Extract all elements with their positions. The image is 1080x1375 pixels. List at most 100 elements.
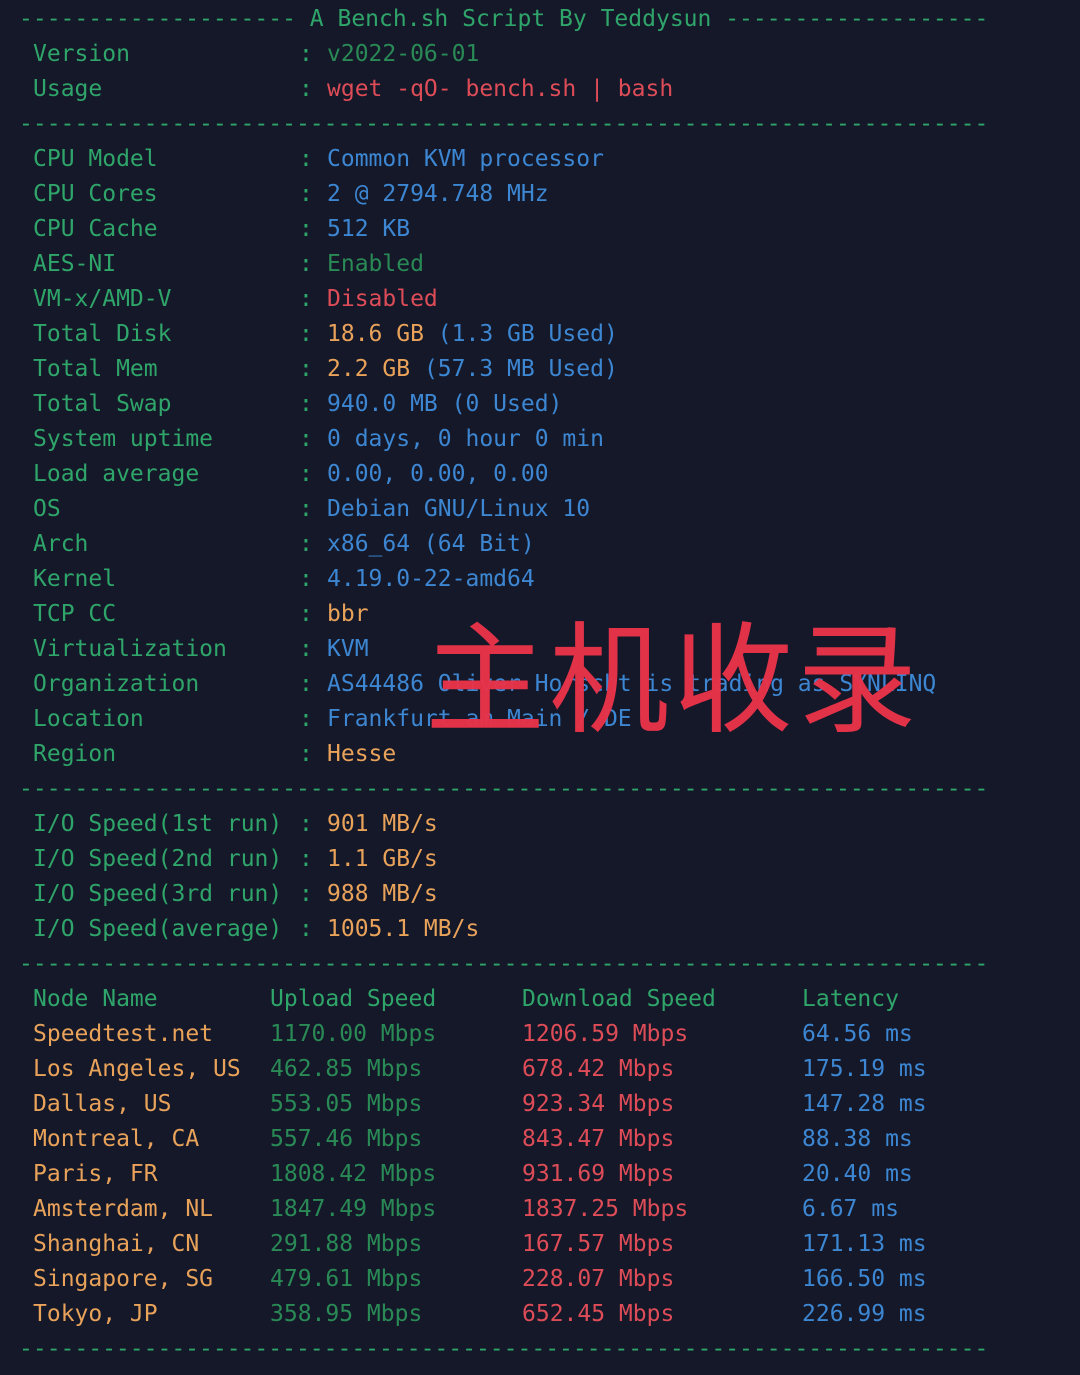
upload-speed: 557.46 Mbps	[270, 1126, 423, 1152]
row-label: I/O Speed(3rd run)	[33, 881, 283, 907]
latency: 166.50 ms	[802, 1266, 927, 1292]
speedtest-header-row: Node Name Upload Speed Download Speed La…	[19, 982, 899, 1017]
row-value-main: 2 @ 2794.748 MHz	[327, 181, 549, 207]
row-value: Common KVM processor	[327, 142, 604, 177]
separator-line: ----------------------------------------…	[19, 1336, 989, 1362]
row-value: KVM	[327, 632, 369, 667]
row-label: I/O Speed(2nd run)	[33, 846, 283, 872]
row-value: x86_64 (64 Bit)	[327, 527, 535, 562]
header-node-name: Node Name	[33, 986, 158, 1012]
row-colon: :	[299, 356, 313, 382]
row-value: v2022-06-01	[327, 41, 480, 67]
latency: 88.38 ms	[802, 1126, 913, 1152]
row-label: CPU Cache	[33, 216, 158, 242]
header-latency: Latency	[802, 986, 899, 1012]
download-speed: 167.57 Mbps	[522, 1231, 675, 1257]
row-label: Arch	[33, 531, 89, 557]
row-value: 18.6 GB (1.3 GB Used)	[327, 317, 618, 352]
upload-speed: 291.88 Mbps	[270, 1231, 423, 1257]
download-speed: 1837.25 Mbps	[522, 1196, 689, 1222]
row-value-main: Enabled	[327, 251, 424, 277]
row-label: Total Disk	[33, 321, 172, 347]
row-value: Enabled	[327, 247, 424, 282]
latency: 147.28 ms	[802, 1091, 927, 1117]
row-label: Region	[33, 741, 117, 767]
upload-speed: 479.61 Mbps	[270, 1266, 423, 1292]
latency: 171.13 ms	[802, 1231, 927, 1257]
row-value: 940.0 MB (0 Used)	[327, 387, 562, 422]
latency: 6.67 ms	[802, 1196, 899, 1222]
node-name: Los Angeles, US	[33, 1056, 241, 1082]
row-colon: :	[299, 76, 313, 102]
node-name: Dallas, US	[33, 1091, 172, 1117]
row-value-main: KVM	[327, 636, 369, 662]
row-value: 2 @ 2794.748 MHz	[327, 177, 549, 212]
info-row-version: Version : v2022-06-01	[19, 37, 479, 72]
latency: 64.56 ms	[802, 1021, 913, 1047]
row-value-main: Disabled	[327, 286, 438, 312]
row-colon: :	[299, 741, 313, 767]
row-label: Version	[33, 41, 130, 67]
row-label: Location	[33, 706, 144, 732]
header-download-speed: Download Speed	[522, 986, 716, 1012]
row-value: Hesse	[327, 737, 396, 772]
row-label: Load average	[33, 461, 200, 487]
row-value-main: 4.19.0-22-amd64	[327, 566, 535, 592]
row-colon: :	[299, 391, 313, 417]
row-colon: :	[299, 496, 313, 522]
row-label: Virtualization	[33, 636, 227, 662]
row-colon: :	[299, 566, 313, 592]
row-colon: :	[299, 811, 313, 837]
row-colon: :	[299, 146, 313, 172]
row-colon: :	[299, 846, 313, 872]
row-colon: :	[299, 251, 313, 277]
row-value: 2.2 GB (57.3 MB Used)	[327, 352, 618, 387]
node-name: Paris, FR	[33, 1161, 158, 1187]
row-value: 512 KB	[327, 212, 410, 247]
row-colon: :	[299, 916, 313, 942]
separator-line: ----------------------------------------…	[19, 111, 989, 137]
download-speed: 931.69 Mbps	[522, 1161, 675, 1187]
row-colon: :	[299, 41, 313, 67]
upload-speed: 1170.00 Mbps	[270, 1021, 437, 1047]
row-colon: :	[299, 461, 313, 487]
row-label: CPU Model	[33, 146, 158, 172]
download-speed: 1206.59 Mbps	[522, 1021, 689, 1047]
node-name: Singapore, SG	[33, 1266, 214, 1292]
watermark-text: 主机收录	[425, 612, 921, 751]
info-row-usage: Usage : wget -qO- bench.sh | bash	[19, 72, 673, 107]
row-label: System uptime	[33, 426, 214, 452]
row-value: 1005.1 MB/s	[327, 916, 480, 942]
row-value: 988 MB/s	[327, 881, 438, 907]
row-label: AES-NI	[33, 251, 117, 277]
node-name: Speedtest.net	[33, 1021, 214, 1047]
latency: 175.19 ms	[802, 1056, 927, 1082]
title-line: -------------------- A Bench.sh Script B…	[19, 6, 989, 32]
row-value-main: x86_64 (64 Bit)	[327, 531, 535, 557]
row-colon: :	[299, 671, 313, 697]
upload-speed: 358.95 Mbps	[270, 1301, 423, 1327]
row-value: Debian GNU/Linux 10	[327, 492, 590, 527]
row-value-main: Debian GNU/Linux 10	[327, 496, 591, 522]
row-value: Disabled	[327, 282, 438, 317]
row-label: CPU Cores	[33, 181, 158, 207]
node-name: Tokyo, JP	[33, 1301, 158, 1327]
row-label: TCP CC	[33, 601, 117, 627]
row-value-main: 0.00, 0.00, 0.00	[327, 461, 549, 487]
row-value-main: Common KVM processor	[327, 146, 604, 172]
row-value: 901 MB/s	[327, 811, 438, 837]
row-colon: :	[299, 321, 313, 347]
download-speed: 678.42 Mbps	[522, 1056, 675, 1082]
download-speed: 652.45 Mbps	[522, 1301, 675, 1327]
row-label: I/O Speed(1st run)	[33, 811, 283, 837]
row-value: 1.1 GB/s	[327, 846, 438, 872]
download-speed: 843.47 Mbps	[522, 1126, 675, 1152]
row-value-main: Hesse	[327, 741, 397, 767]
row-value: 0 days, 0 hour 0 min	[327, 422, 604, 457]
row-value-main: 18.6 GB	[327, 321, 424, 347]
upload-speed: 1847.49 Mbps	[270, 1196, 437, 1222]
row-colon: :	[299, 286, 313, 312]
row-label: Usage	[33, 76, 103, 102]
row-value-main: 512 KB	[327, 216, 411, 242]
row-label: I/O Speed(average)	[33, 916, 283, 942]
